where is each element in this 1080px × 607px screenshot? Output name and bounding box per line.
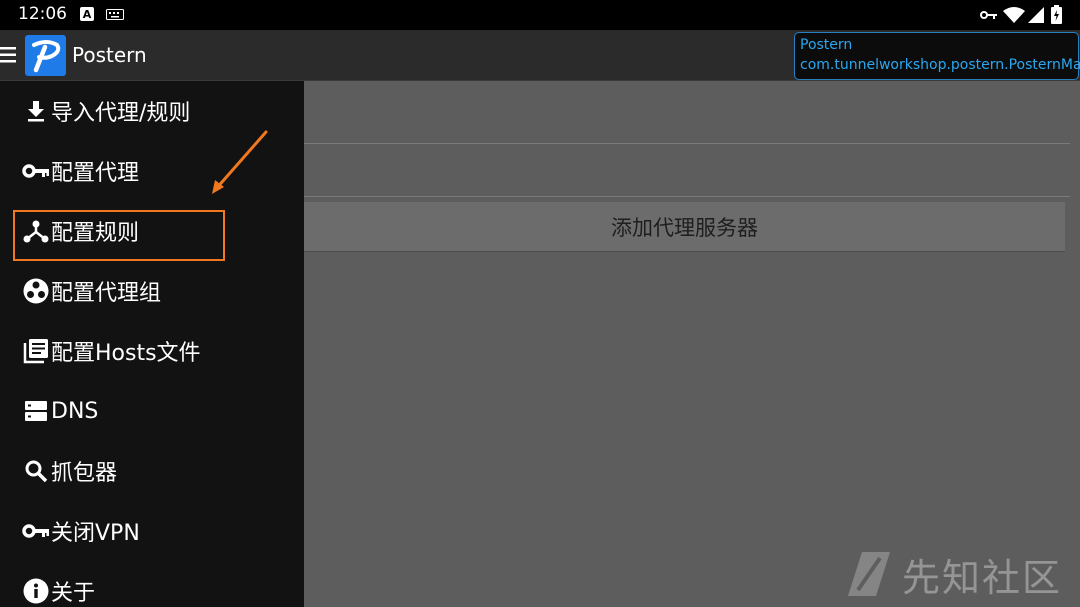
app-logo[interactable] bbox=[25, 35, 66, 76]
vpn-key-icon bbox=[980, 11, 997, 19]
postern-logo-icon bbox=[32, 40, 61, 73]
app-title: Postern bbox=[72, 43, 147, 67]
activity-tooltip: Postern com.tunnelworkshop.postern.Poste… bbox=[794, 32, 1080, 80]
keyboard-icon bbox=[106, 9, 124, 20]
status-bar: 12:06 A bbox=[0, 0, 1080, 30]
download-icon bbox=[22, 97, 50, 125]
drawer-item-config-hosts[interactable]: 配置Hosts文件 bbox=[0, 321, 304, 381]
wifi-icon bbox=[1003, 7, 1025, 23]
drawer-item-label: 配置Hosts文件 bbox=[51, 341, 201, 366]
key-icon bbox=[22, 157, 50, 185]
drawer-item-packet-capture[interactable]: 抓包器 bbox=[0, 441, 304, 501]
activity-tooltip-activity: com.tunnelworkshop.postern.PosternMain bbox=[800, 57, 1080, 73]
server-icon bbox=[22, 397, 50, 425]
drawer-item-config-proxy-group[interactable]: 配置代理组 bbox=[0, 261, 304, 321]
drawer-item-about[interactable]: 关于 bbox=[0, 561, 304, 607]
hamburger-menu-icon[interactable] bbox=[0, 44, 18, 66]
info-icon bbox=[22, 577, 50, 605]
status-time: 12:06 bbox=[18, 4, 67, 24]
highlight-box bbox=[13, 210, 225, 261]
main-content: 添加代理服务器 bbox=[304, 81, 1080, 607]
library-icon bbox=[22, 337, 50, 365]
activity-tooltip-app: Postern bbox=[800, 37, 853, 53]
drawer-item-dns[interactable]: DNS bbox=[0, 381, 304, 441]
drawer-item-close-vpn[interactable]: 关闭VPN bbox=[0, 501, 304, 561]
drawer-item-label: 配置代理 bbox=[51, 161, 140, 186]
drawer-item-label: 导入代理/规则 bbox=[51, 101, 191, 126]
drawer-item-label: 关闭VPN bbox=[51, 521, 140, 546]
search-icon bbox=[22, 457, 50, 485]
battery-charging-icon bbox=[1051, 5, 1062, 24]
drawer-item-label: 抓包器 bbox=[51, 461, 118, 486]
annotation-arrow-icon bbox=[212, 130, 268, 194]
watermark-text: 先知社区 bbox=[902, 555, 1063, 600]
drawer-item-label: DNS bbox=[51, 398, 99, 424]
drawer-item-label: 关于 bbox=[51, 581, 96, 606]
signal-icon bbox=[1028, 7, 1044, 23]
divider bbox=[304, 196, 1070, 197]
drawer-item-label: 配置代理组 bbox=[51, 281, 162, 306]
divider bbox=[304, 143, 1070, 144]
watermark-logo-icon bbox=[848, 552, 890, 596]
svg-text:A: A bbox=[83, 8, 92, 21]
a-box-icon: A bbox=[80, 7, 94, 21]
key-icon bbox=[22, 517, 50, 545]
add-proxy-server-button[interactable]: 添加代理服务器 bbox=[304, 202, 1065, 252]
group-icon bbox=[22, 277, 50, 305]
watermark: 先知社区 bbox=[846, 548, 1062, 600]
